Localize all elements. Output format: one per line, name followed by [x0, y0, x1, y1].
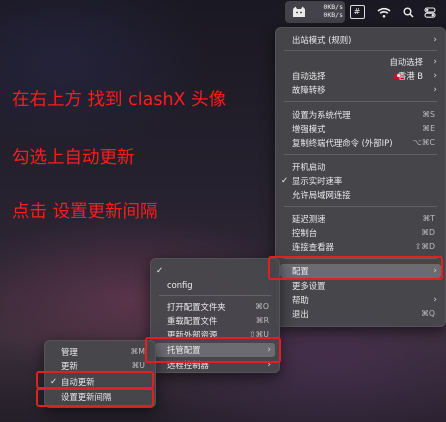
highlight-box-set-interval [36, 388, 154, 407]
menu-separator [284, 206, 437, 207]
config-item-reload[interactable]: 重载配置文件 ⌘R [151, 314, 279, 327]
menu-item-shortcut: ⌘O [255, 302, 269, 311]
submenu-chevron-icon: › [433, 56, 437, 67]
clashx-main-menu: 出站模式 (规则) › 自动选择 › 自动选择 香港 B › 故障转移 › 设置… [275, 27, 446, 327]
menu-item-shortcut: ⌘U [131, 361, 145, 370]
menu-item-more-settings[interactable]: 更多设置 [276, 279, 445, 292]
menu-item-value: 自动选择 [389, 56, 424, 67]
hash-glyph: # [349, 5, 365, 19]
menu-item-label: 自动选择 [292, 70, 326, 81]
menu-item-value: 香港 B [397, 70, 423, 81]
menu-item-label: 控制台 [292, 227, 318, 238]
menu-item-label: 故障转移 [292, 84, 326, 95]
input-source-icon[interactable]: # [349, 0, 365, 24]
menu-item-label: 连接查看器 [292, 241, 334, 252]
menu-item-shortcut: ⌘R [255, 316, 269, 325]
menu-item-label: config [167, 279, 193, 290]
menu-item-allow-lan[interactable]: 允许局域网连接 [276, 188, 445, 201]
menu-item-shortcut: ⇧⌘D [414, 242, 435, 251]
checkmark-icon: ✓ [281, 175, 289, 186]
menu-item-shortcut: ⌘E [422, 124, 435, 133]
menu-item-label: 更新 [61, 360, 78, 371]
submenu-chevron-icon: › [433, 34, 437, 45]
menu-item-shortcut: ⌥⌘C [412, 138, 435, 147]
menu-item-launch-at-login[interactable]: 开机启动 [276, 160, 445, 173]
menu-item-show-speed[interactable]: ✓ 显示实时速率 [276, 174, 445, 187]
menu-item-enhanced-mode[interactable]: 增强模式 ⌘E [276, 122, 445, 135]
highlight-box-managed-config [145, 337, 281, 363]
wifi-icon[interactable] [375, 0, 393, 24]
menu-item-label: 退出 [292, 308, 309, 319]
menu-item-auto-select[interactable]: 自动选择 香港 B › [276, 69, 445, 82]
menu-item-shortcut: ⌘S [422, 110, 435, 119]
menu-item-help[interactable]: 帮助 › [276, 293, 445, 306]
config-item-checked[interactable]: ✓ [151, 264, 279, 277]
config-item-config[interactable]: config [151, 278, 279, 291]
menu-item-outbound-mode[interactable]: 出站模式 (规则) › [276, 33, 445, 46]
menu-item-dashboard[interactable]: 控制台 ⌘D [276, 226, 445, 239]
menu-item-label: 显示实时速率 [292, 175, 343, 186]
menu-item-label: 增强模式 [292, 123, 326, 134]
highlight-box-config [268, 256, 443, 280]
menu-item-label: 延迟测速 [292, 213, 326, 224]
highlight-box-auto-update [36, 371, 154, 389]
menu-item-shortcut: ⌘D [421, 228, 435, 237]
spotlight-search-icon[interactable] [400, 0, 416, 24]
menu-separator [284, 101, 437, 102]
menu-item-label: 更多设置 [292, 280, 326, 291]
clashx-cat-icon[interactable] [289, 0, 309, 24]
speed-readout: 0KB/s 0KB/s [311, 3, 343, 20]
control-center-icon[interactable] [421, 0, 439, 24]
menu-separator [159, 295, 271, 296]
annotation-step-2: 勾选上自动更新 [12, 148, 135, 168]
menu-item-connection-viewer[interactable]: 连接查看器 ⇧⌘D [276, 240, 445, 253]
menu-item-label: 复制终端代理命令 (外部IP) [292, 137, 393, 148]
menu-separator [284, 50, 437, 51]
submenu-chevron-icon: › [433, 294, 437, 305]
menu-item-copy-shell-command[interactable]: 复制终端代理命令 (外部IP) ⌥⌘C [276, 136, 445, 149]
menu-item-failover[interactable]: 故障转移 › [276, 83, 445, 96]
menu-item-label: 打开配置文件夹 [167, 301, 226, 312]
menu-item-label: 管理 [61, 346, 78, 357]
annotation-step-3: 点击 设置更新间隔 [12, 202, 158, 222]
submenu-chevron-icon: › [433, 70, 437, 81]
menu-separator [284, 154, 437, 155]
checkmark-icon: ✓ [156, 265, 164, 276]
menu-item-set-system-proxy[interactable]: 设置为系统代理 ⌘S [276, 108, 445, 121]
menu-item-label: 开机启动 [292, 161, 326, 172]
menu-item-latency-test[interactable]: 延迟测速 ⌘T [276, 212, 445, 225]
menu-item-label: 帮助 [292, 294, 309, 305]
menu-item-shortcut: ⌘M [130, 347, 145, 356]
managed-item-manage[interactable]: 管理 ⌘M [45, 345, 155, 358]
menu-item-shortcut: ⌘T [422, 214, 435, 223]
menu-item-proxy-group-auto[interactable]: 自动选择 › [276, 55, 445, 68]
download-speed: 0KB/s [323, 10, 343, 19]
menu-item-label: 出站模式 (规则) [292, 34, 352, 45]
config-item-open-folder[interactable]: 打开配置文件夹 ⌘O [151, 300, 279, 313]
menu-item-shortcut: ⌘Q [421, 309, 435, 318]
menu-item-label: 设置为系统代理 [292, 109, 351, 120]
menu-item-label: 允许局域网连接 [292, 189, 351, 200]
submenu-chevron-icon: › [433, 84, 437, 95]
menu-item-quit[interactable]: 退出 ⌘Q [276, 307, 445, 320]
annotation-step-1: 在右上方 找到 clashX 头像 [12, 90, 227, 110]
menu-item-label: 重载配置文件 [167, 315, 218, 326]
menu-bar: 0KB/s 0KB/s # [0, 0, 446, 24]
